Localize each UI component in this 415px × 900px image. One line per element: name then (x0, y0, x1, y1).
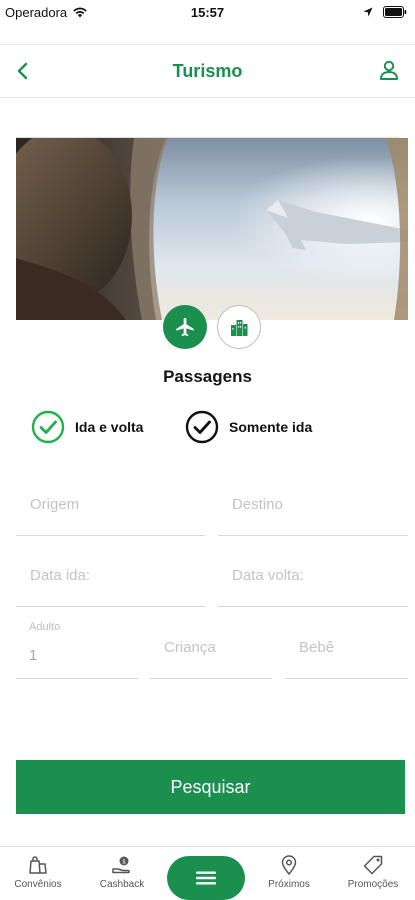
cashback-hand-icon: $ (112, 856, 130, 874)
round-trip-option[interactable]: Ida e volta (31, 409, 143, 445)
adults-field[interactable]: Adulto 1 (16, 618, 138, 679)
tab-label: Promoções (347, 879, 399, 890)
tab-proximos[interactable]: Próximos (249, 855, 329, 890)
user-icon (380, 60, 398, 80)
status-time: 15:57 (190, 4, 225, 20)
tab-label: Cashback (99, 879, 145, 890)
tab-convenios[interactable]: Convênios (0, 855, 78, 890)
map-pin-icon (281, 855, 297, 875)
search-button[interactable]: Pesquisar (16, 760, 405, 814)
airplane-window-illustration (16, 138, 408, 320)
hotel-mode-button[interactable] (217, 305, 261, 349)
return-date-placeholder: Data volta: (232, 567, 304, 584)
one-way-label: Somente ida (229, 419, 313, 435)
flight-mode-button[interactable] (163, 305, 207, 349)
tab-cashback[interactable]: $ Cashback (82, 855, 162, 890)
tab-bar: Convênios $ Cashback Próximos Promoções (0, 846, 415, 900)
menu-icon (196, 871, 216, 885)
origin-field[interactable]: Origem (16, 478, 205, 536)
children-field[interactable]: Criança (150, 618, 272, 679)
profile-button[interactable] (377, 58, 401, 82)
tab-label: Convênios (14, 879, 62, 890)
back-button[interactable] (10, 59, 34, 83)
infants-field[interactable]: Bebê (285, 618, 408, 679)
chevron-left-icon (17, 62, 28, 80)
wifi-icon (73, 7, 87, 18)
carrier-name: Operadora (5, 4, 68, 20)
return-date-field[interactable]: Data volta: (218, 549, 408, 607)
infants-placeholder: Bebê (299, 639, 335, 656)
status-left: Operadora (5, 5, 88, 20)
depart-date-field[interactable]: Data ida: (16, 549, 205, 607)
tab-label: Próximos (268, 879, 310, 890)
children-placeholder: Criança (164, 639, 216, 656)
tab-promocoes[interactable]: Promoções (333, 855, 413, 890)
adults-label: Adulto (29, 621, 61, 633)
shopping-bag-icon (29, 856, 47, 874)
hero-image (16, 138, 408, 320)
buildings-icon (231, 320, 248, 336)
round-trip-label: Ida e volta (75, 419, 144, 435)
status-right (363, 6, 407, 18)
page-title: Turismo (172, 60, 243, 81)
check-circle-icon (31, 410, 65, 444)
nav-bar: Turismo (0, 44, 415, 98)
airplane-icon (176, 317, 194, 337)
status-bar: Operadora 15:57 (0, 0, 415, 24)
adults-value: 1 (29, 647, 38, 664)
battery-icon (383, 6, 407, 18)
check-circle-icon (185, 410, 219, 444)
menu-button[interactable] (167, 856, 245, 900)
svg-text:$: $ (122, 859, 126, 866)
location-arrow-icon (363, 7, 373, 17)
destination-placeholder: Destino (232, 496, 283, 513)
destination-field[interactable]: Destino (218, 478, 408, 536)
one-way-option[interactable]: Somente ida (185, 409, 312, 445)
origin-placeholder: Origem (30, 496, 80, 513)
depart-date-placeholder: Data ida: (30, 567, 91, 584)
section-title: Passagens (163, 367, 252, 386)
price-tag-icon (363, 855, 383, 875)
